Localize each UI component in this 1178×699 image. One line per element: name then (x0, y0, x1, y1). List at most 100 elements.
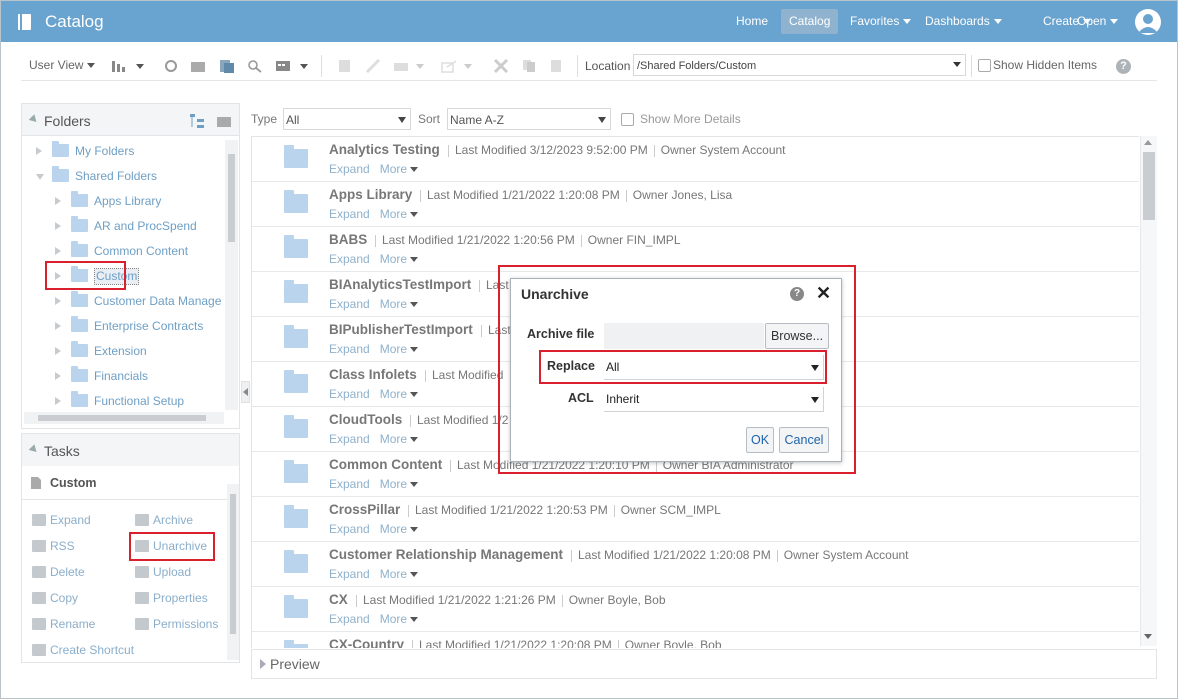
nav-catalog[interactable]: Catalog (781, 9, 839, 34)
task-rss[interactable]: RSS (32, 538, 75, 554)
task-delete[interactable]: Delete (32, 564, 85, 580)
folder-icon[interactable] (284, 325, 308, 348)
more-menu[interactable]: More (380, 522, 428, 536)
item-name[interactable]: CX (329, 592, 348, 607)
chevron-right-icon[interactable] (55, 272, 61, 280)
folder-icon[interactable] (284, 415, 308, 438)
tree-item[interactable]: Customer Data Manage (55, 291, 226, 310)
columns-icon[interactable] (111, 59, 127, 73)
expand-link[interactable]: Expand (329, 162, 370, 176)
chevron-right-icon[interactable] (55, 297, 61, 305)
task-archive[interactable]: Archive (135, 512, 193, 528)
tree-view-icon[interactable] (189, 113, 205, 129)
panel-collapse-handle[interactable] (241, 381, 250, 403)
folder-icon[interactable] (284, 370, 308, 393)
task-permissions[interactable]: Permissions (135, 616, 218, 632)
sort-select[interactable]: Name A-Z (447, 108, 611, 130)
expand-link[interactable]: Expand (329, 342, 370, 356)
columns-menu-caret[interactable] (136, 64, 144, 69)
task-unarchive[interactable]: Unarchive (135, 538, 207, 554)
chevron-right-icon[interactable] (55, 222, 61, 230)
nav-open[interactable]: Open (1069, 9, 1126, 34)
folder-icon[interactable] (284, 280, 308, 303)
tree-item[interactable]: Enterprise Contracts (55, 316, 226, 335)
item-name[interactable]: CX-Country (329, 637, 404, 648)
tree-item[interactable]: Shared Folders (36, 166, 226, 185)
type-select[interactable]: All (283, 108, 411, 130)
user-avatar-icon[interactable] (1135, 9, 1161, 35)
folder-icon[interactable] (284, 190, 308, 213)
view-menu-caret[interactable] (300, 64, 308, 69)
more-menu[interactable]: More (380, 567, 428, 581)
ok-button[interactable]: OK (746, 427, 774, 453)
task-rename[interactable]: Rename (32, 616, 95, 632)
task-create-shortcut[interactable]: Create Shortcut (32, 642, 134, 658)
close-icon[interactable]: ✕ (816, 283, 831, 304)
folder-tree-hscrollbar[interactable] (24, 412, 224, 424)
tree-item[interactable]: AR and ProcSpend (55, 216, 226, 235)
item-name[interactable]: BABS (329, 232, 367, 247)
task-copy[interactable]: Copy (32, 590, 78, 606)
folder-icon[interactable] (284, 505, 308, 528)
expand-link[interactable]: Expand (329, 297, 370, 311)
item-name[interactable]: Analytics Testing (329, 142, 440, 157)
chevron-right-icon[interactable] (55, 197, 61, 205)
folder-icon[interactable] (284, 460, 308, 483)
folder-icon[interactable] (284, 550, 308, 573)
item-name[interactable]: Apps Library (329, 187, 412, 202)
refresh-icon[interactable] (163, 59, 179, 73)
item-name[interactable]: Common Content (329, 457, 442, 472)
item-name[interactable]: BIAnalyticsTestImport (329, 277, 471, 292)
expand-link[interactable]: Expand (329, 252, 370, 266)
task-expand[interactable]: Expand (32, 512, 91, 528)
tree-item[interactable]: Apps Library (55, 191, 226, 210)
expand-link[interactable]: Expand (329, 477, 370, 491)
expand-link[interactable]: Expand (329, 612, 370, 626)
tree-item[interactable]: Extension (55, 341, 226, 360)
list-scrollbar[interactable] (1140, 136, 1157, 646)
chevron-right-icon[interactable] (55, 397, 61, 405)
more-menu[interactable]: More (380, 612, 428, 626)
task-upload[interactable]: Upload (135, 564, 191, 580)
tasks-scrollbar[interactable] (227, 484, 239, 660)
folder-icon[interactable] (284, 235, 308, 258)
more-menu[interactable]: More (380, 207, 428, 221)
item-name[interactable]: Customer Relationship Management (329, 547, 563, 562)
tree-item[interactable]: Financials (55, 366, 226, 385)
search-icon[interactable] (247, 59, 263, 73)
help-icon[interactable]: ? (1116, 59, 1131, 74)
tree-item[interactable]: Common Content (55, 241, 226, 260)
item-name[interactable]: BIPublisherTestImport (329, 322, 473, 337)
expand-link[interactable]: Expand (329, 567, 370, 581)
item-name[interactable]: CrossPillar (329, 502, 400, 517)
more-menu[interactable]: More (380, 477, 428, 491)
location-dropdown-icon[interactable] (953, 62, 961, 67)
preview-panel[interactable]: Preview (251, 649, 1157, 679)
more-menu[interactable]: More (380, 162, 428, 176)
chevron-right-icon[interactable] (55, 322, 61, 330)
tree-item[interactable]: My Folders (36, 141, 226, 160)
expand-link[interactable]: Expand (329, 432, 370, 446)
more-menu[interactable]: More (380, 252, 428, 266)
nav-favorites[interactable]: Favorites (842, 9, 919, 34)
collapse-triangle-icon[interactable] (28, 114, 40, 125)
show-hidden-checkbox[interactable] (978, 59, 991, 72)
new-folder-small-icon[interactable] (216, 114, 232, 128)
tree-item[interactable]: Functional Setup (55, 391, 226, 410)
more-menu[interactable]: More (380, 432, 428, 446)
item-name[interactable]: CloudTools (329, 412, 402, 427)
more-menu[interactable]: More (380, 297, 428, 311)
tree-item[interactable]: Custom (55, 266, 226, 285)
item-name[interactable]: Class Infolets (329, 367, 417, 382)
nav-dashboards[interactable]: Dashboards (917, 9, 1010, 34)
replace-select[interactable]: All (604, 355, 824, 380)
cancel-button[interactable]: Cancel (779, 427, 829, 453)
chevron-right-icon[interactable] (55, 247, 61, 255)
collapse-triangle-icon[interactable] (28, 444, 40, 455)
chevron-down-icon[interactable] (36, 174, 44, 180)
expand-link[interactable]: Expand (329, 387, 370, 401)
browse-button[interactable]: Browse... (765, 323, 829, 349)
chevron-right-icon[interactable] (36, 147, 42, 155)
location-field[interactable]: /Shared Folders/Custom (633, 54, 966, 76)
new-folder-icon[interactable] (190, 59, 206, 73)
